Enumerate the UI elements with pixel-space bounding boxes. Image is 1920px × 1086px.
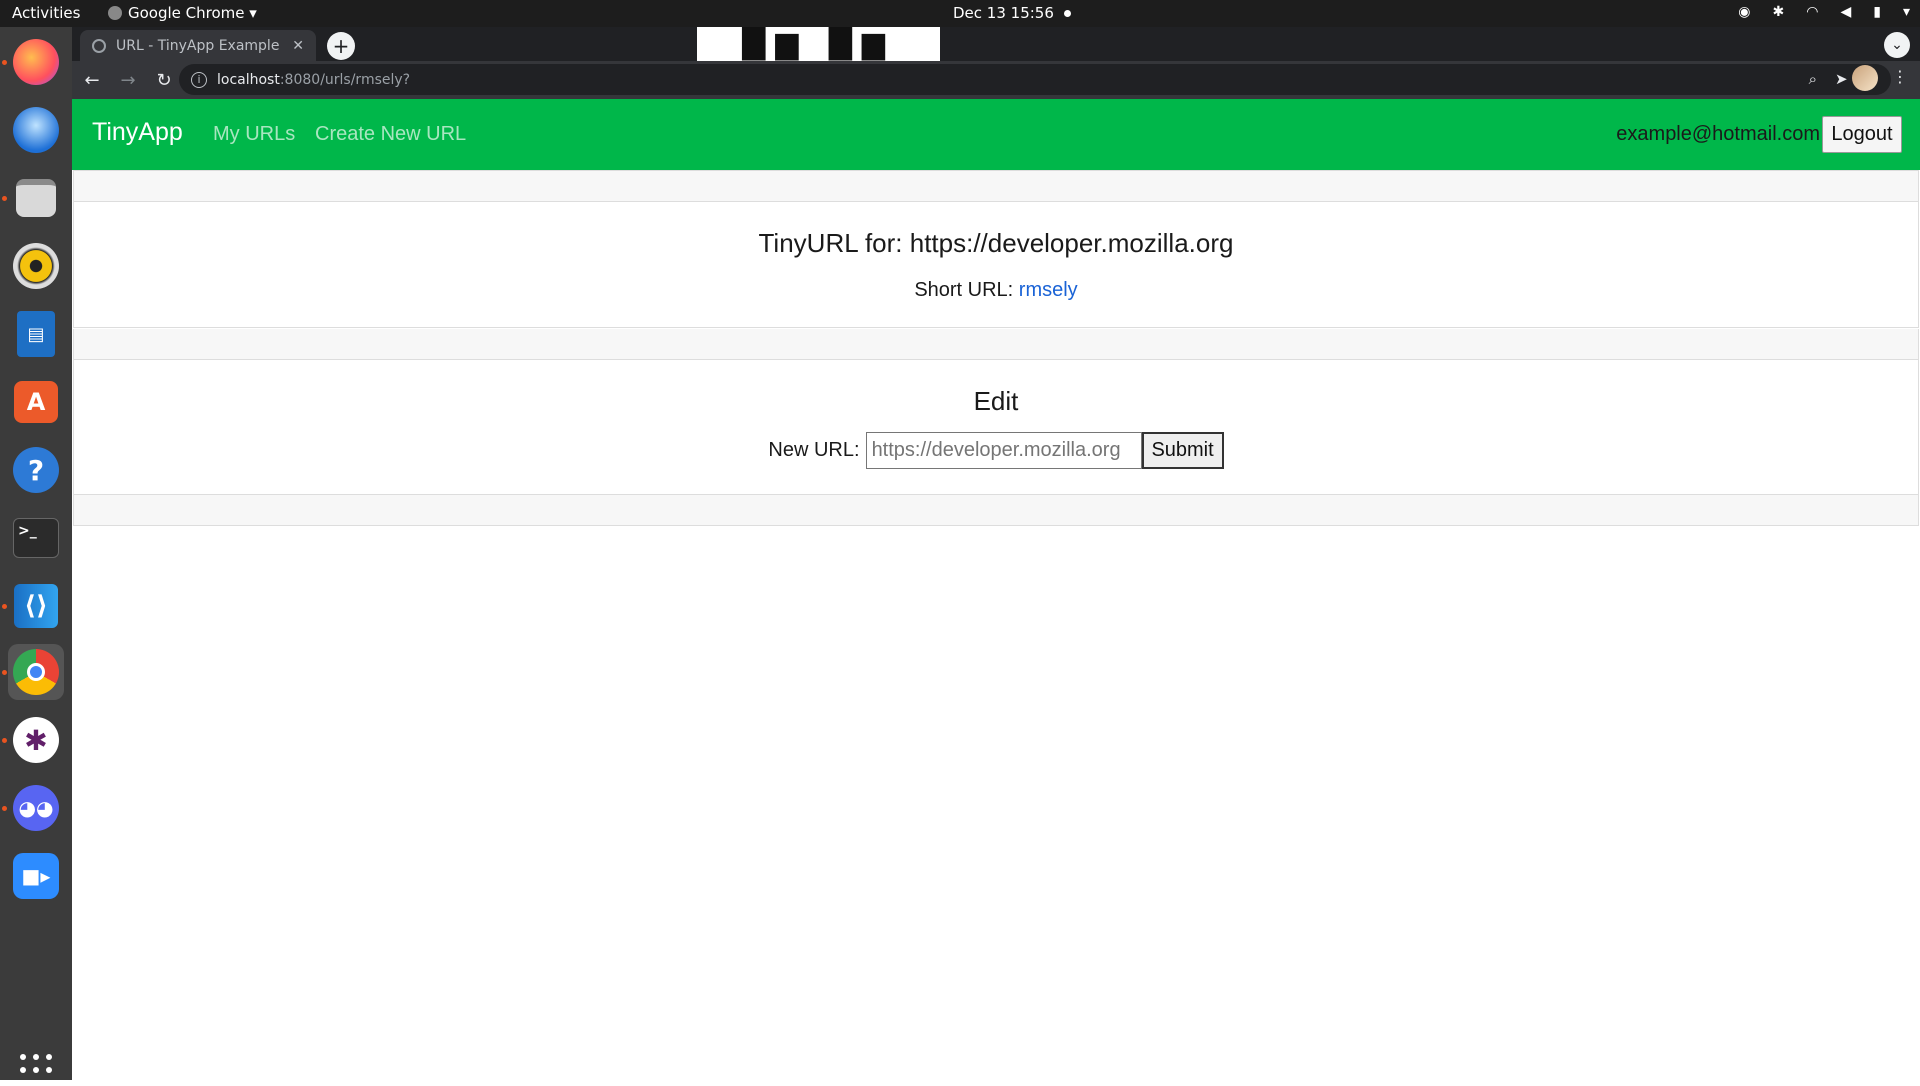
running-indicator xyxy=(2,604,7,609)
new-url-label: New URL: xyxy=(768,439,860,461)
url-card: TinyURL for: https://developer.mozilla.o… xyxy=(73,170,1919,328)
running-indicator xyxy=(2,806,7,811)
dock-chrome[interactable] xyxy=(8,644,64,700)
slack-tray-icon[interactable]: ✱ xyxy=(1773,4,1785,20)
web-page: TinyApp My URLs Create New URL example@h… xyxy=(72,99,1920,1080)
running-indicator xyxy=(2,60,7,65)
chrome-icon xyxy=(13,649,59,695)
reload-icon[interactable]: ↻ xyxy=(148,64,180,96)
nav-create-new-url[interactable]: Create New URL xyxy=(315,123,466,146)
system-tray[interactable]: ◉ ✱ ◠ ◀ ▮ ▾ xyxy=(1738,4,1910,20)
discord-icon: ◕◕ xyxy=(13,785,59,831)
chrome-menu-icon[interactable]: ⋮ xyxy=(1892,67,1908,86)
dock-help[interactable]: ? xyxy=(8,442,64,498)
files-icon xyxy=(16,179,56,217)
show-applications-icon[interactable] xyxy=(20,1054,52,1086)
system-menu-chevron-icon[interactable]: ▾ xyxy=(1903,4,1910,20)
volume-icon[interactable]: ◀ xyxy=(1840,4,1851,20)
zoom-icon[interactable]: ⌕ xyxy=(1809,70,1817,88)
site-navbar: TinyApp My URLs Create New URL example@h… xyxy=(72,99,1920,170)
zoom-icon: ■▸ xyxy=(13,853,59,899)
card-body: Edit New URL: Submit xyxy=(74,360,1918,494)
dock-slack[interactable]: ✱ xyxy=(8,712,64,768)
edit-card: Edit New URL: Submit xyxy=(73,329,1919,526)
dock-writer[interactable]: ▤ xyxy=(8,306,64,362)
new-tab-button[interactable]: + xyxy=(327,32,355,60)
send-icon[interactable]: ➤ xyxy=(1835,70,1848,88)
url-heading: TinyURL for: https://developer.mozilla.o… xyxy=(758,228,1234,258)
terminal-icon: >_ xyxy=(13,518,59,558)
activities-button[interactable]: Activities xyxy=(12,4,80,22)
nav-my-urls[interactable]: My URLs xyxy=(213,123,295,146)
site-info-icon[interactable]: i xyxy=(191,71,207,88)
short-url-link[interactable]: rmsely xyxy=(1019,279,1078,301)
wifi-icon[interactable]: ◠ xyxy=(1806,4,1818,20)
card-header xyxy=(74,329,1918,360)
card-header xyxy=(74,171,1918,202)
slack-icon: ✱ xyxy=(13,717,59,763)
brand-link[interactable]: TinyApp xyxy=(92,118,183,147)
card-body: TinyURL for: https://developer.mozilla.o… xyxy=(74,202,1918,327)
clock-text: Dec 13 15:56 xyxy=(953,4,1054,22)
chrome-small-icon xyxy=(108,6,122,20)
forward-arrow-icon[interactable]: → xyxy=(112,64,144,96)
logout-button[interactable]: Logout xyxy=(1822,116,1902,153)
dock-firefox[interactable] xyxy=(8,34,64,90)
short-url-line: Short URL: rmsely xyxy=(74,279,1918,302)
dock-vscode[interactable]: ⟨⟩ xyxy=(8,578,64,634)
dock-thunderbird[interactable] xyxy=(8,102,64,158)
submit-button[interactable]: Submit xyxy=(1141,432,1224,469)
url-host: localhost xyxy=(217,71,280,88)
notification-dot xyxy=(1063,10,1071,17)
system-clock[interactable]: Dec 13 15:56 xyxy=(953,4,1071,22)
browser-toolbar: ← → ↻ i localhost:8080/urls/rmsely? ⌕ ➤ … xyxy=(72,61,1920,99)
running-indicator xyxy=(2,738,7,743)
tab-favicon-icon xyxy=(92,38,106,53)
tab-search-chevron-icon[interactable]: ⌄ xyxy=(1884,32,1910,58)
firefox-icon xyxy=(13,39,59,85)
card-footer xyxy=(74,494,1918,525)
user-email: example@hotmail.com xyxy=(1616,123,1820,145)
tab-title: URL - TinyApp Example xyxy=(116,37,280,54)
app-menu[interactable]: Google Chrome ▾ xyxy=(108,4,257,22)
url-path: :8080/urls/rmsely? xyxy=(279,71,411,88)
dock-terminal[interactable]: >_ xyxy=(8,510,64,566)
app-store-icon: A xyxy=(14,381,58,423)
dock-zoom[interactable]: ■▸ xyxy=(8,848,64,904)
tab-active[interactable]: URL - TinyApp Example ✕ xyxy=(80,30,316,61)
dock-rhythmbox[interactable] xyxy=(8,238,64,294)
battery-icon[interactable]: ▮ xyxy=(1873,4,1881,20)
desktop-artwork-strip: █▆ █▆ xyxy=(697,27,940,61)
system-top-bar: Activities Google Chrome ▾ Dec 13 15:56 … xyxy=(0,0,1920,27)
dock-files[interactable] xyxy=(8,170,64,226)
profile-avatar[interactable] xyxy=(1852,65,1878,91)
help-icon: ? xyxy=(13,447,59,493)
thunderbird-icon xyxy=(13,107,59,153)
dock-software[interactable]: A xyxy=(8,374,64,430)
rhythmbox-icon xyxy=(13,243,59,289)
discord-tray-icon[interactable]: ◉ xyxy=(1738,4,1750,20)
dock-discord[interactable]: ◕◕ xyxy=(8,780,64,836)
browser-chrome: URL - TinyApp Example ✕ + █▆ █▆ ⌄ ← → ↻ … xyxy=(72,27,1920,99)
app-menu-label: Google Chrome ▾ xyxy=(128,4,257,22)
new-url-input[interactable] xyxy=(865,432,1142,469)
back-arrow-icon[interactable]: ← xyxy=(76,64,108,96)
vscode-icon: ⟨⟩ xyxy=(14,584,58,628)
address-bar[interactable]: i localhost:8080/urls/rmsely? ⌕ ➤ ☆ xyxy=(179,64,1891,95)
edit-form: New URL: Submit xyxy=(74,432,1918,469)
tab-strip: URL - TinyApp Example ✕ + █▆ █▆ ⌄ xyxy=(72,27,1920,61)
running-indicator xyxy=(2,670,7,675)
short-url-label: Short URL: xyxy=(914,279,1019,301)
writer-icon: ▤ xyxy=(17,311,55,357)
running-indicator xyxy=(2,196,7,201)
edit-heading: Edit xyxy=(973,386,1019,416)
tab-close-icon[interactable]: ✕ xyxy=(292,38,304,54)
app-dock: ▤ A ? >_ ⟨⟩ ✱ ◕◕ ■▸ xyxy=(0,27,72,1086)
